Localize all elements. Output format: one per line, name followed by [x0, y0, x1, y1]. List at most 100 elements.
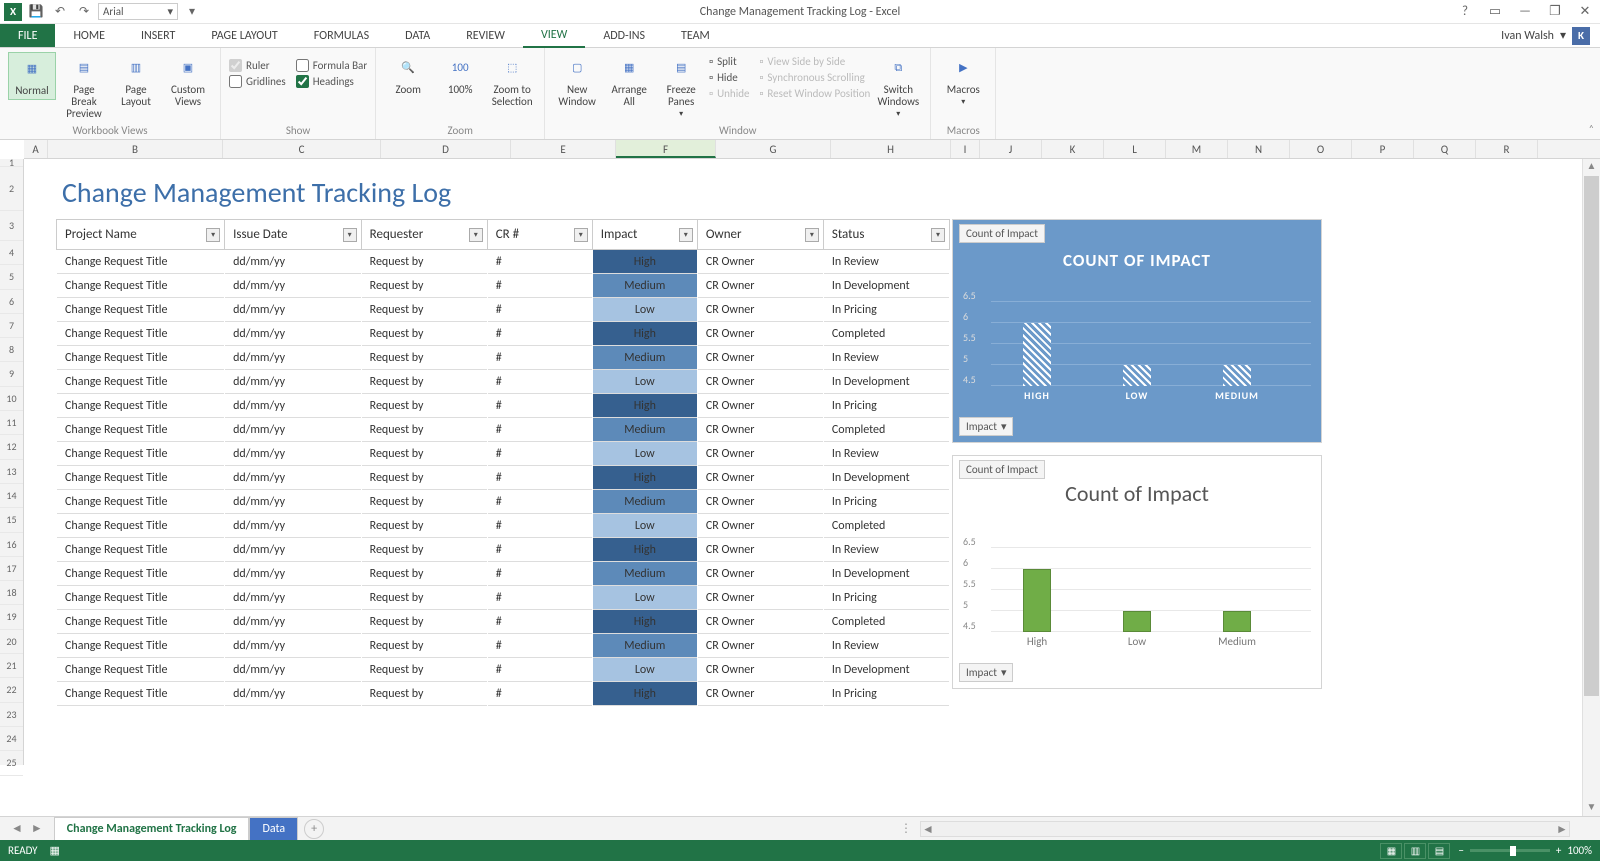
- row-header-8[interactable]: 8: [0, 338, 23, 362]
- table-cell[interactable]: dd/mm/yy: [225, 562, 362, 586]
- table-cell[interactable]: High: [592, 394, 697, 418]
- column-header-L[interactable]: L: [1104, 140, 1166, 158]
- table-cell[interactable]: #: [487, 538, 592, 562]
- table-cell[interactable]: Change Request Title: [57, 322, 225, 346]
- table-cell[interactable]: #: [487, 562, 592, 586]
- table-cell[interactable]: Change Request Title: [57, 370, 225, 394]
- table-cell[interactable]: Change Request Title: [57, 394, 225, 418]
- table-cell[interactable]: In Review: [823, 538, 949, 562]
- table-cell[interactable]: In Pricing: [823, 490, 949, 514]
- table-cell[interactable]: dd/mm/yy: [225, 442, 362, 466]
- row-header-3[interactable]: 3: [0, 211, 23, 241]
- table-cell[interactable]: In Development: [823, 274, 949, 298]
- table-cell[interactable]: CR Owner: [697, 418, 823, 442]
- table-header[interactable]: Requester▾: [361, 220, 487, 250]
- filter-dropdown-icon[interactable]: ▾: [679, 228, 693, 242]
- pivot-axis-filter[interactable]: Impact▾: [959, 417, 1013, 436]
- vertical-scrollbar[interactable]: ▲ ▼: [1582, 159, 1600, 816]
- column-header-O[interactable]: O: [1290, 140, 1352, 158]
- table-cell[interactable]: High: [592, 682, 697, 706]
- row-header-2[interactable]: 2: [0, 167, 23, 211]
- ribbon-display-button[interactable]: ▭: [1484, 2, 1506, 22]
- split-button[interactable]: ▫ Split: [709, 55, 749, 68]
- row-header-9[interactable]: 9: [0, 362, 23, 386]
- row-header-20[interactable]: 20: [0, 630, 23, 654]
- table-cell[interactable]: High: [592, 250, 697, 274]
- tab-splitter[interactable]: ⋮: [900, 821, 912, 836]
- table-cell[interactable]: CR Owner: [697, 298, 823, 322]
- new-window-button[interactable]: ▢New Window: [553, 52, 601, 110]
- normal-view-status-button[interactable]: ▦: [1380, 843, 1402, 859]
- row-header-18[interactable]: 18: [0, 581, 23, 605]
- filter-dropdown-icon[interactable]: ▾: [343, 228, 357, 242]
- table-cell[interactable]: Medium: [592, 274, 697, 298]
- row-header-23[interactable]: 23: [0, 703, 23, 727]
- table-cell[interactable]: Request by: [361, 274, 487, 298]
- table-row[interactable]: Change Request Titledd/mm/yyRequest by#M…: [57, 346, 950, 370]
- table-row[interactable]: Change Request Titledd/mm/yyRequest by#M…: [57, 418, 950, 442]
- table-cell[interactable]: Change Request Title: [57, 274, 225, 298]
- table-cell[interactable]: dd/mm/yy: [225, 634, 362, 658]
- table-cell[interactable]: Change Request Title: [57, 298, 225, 322]
- table-cell[interactable]: In Development: [823, 370, 949, 394]
- font-selector[interactable]: Arial▾: [98, 3, 178, 20]
- column-header-H[interactable]: H: [831, 140, 951, 158]
- table-cell[interactable]: Low: [592, 514, 697, 538]
- column-header-R[interactable]: R: [1476, 140, 1538, 158]
- filter-dropdown-icon[interactable]: ▾: [931, 228, 945, 242]
- table-cell[interactable]: CR Owner: [697, 490, 823, 514]
- table-cell[interactable]: In Development: [823, 562, 949, 586]
- table-cell[interactable]: dd/mm/yy: [225, 538, 362, 562]
- table-cell[interactable]: dd/mm/yy: [225, 346, 362, 370]
- table-cell[interactable]: Request by: [361, 658, 487, 682]
- column-header-A[interactable]: A: [24, 140, 48, 158]
- table-cell[interactable]: Completed: [823, 610, 949, 634]
- table-cell[interactable]: Change Request Title: [57, 346, 225, 370]
- table-cell[interactable]: Completed: [823, 514, 949, 538]
- table-cell[interactable]: Change Request Title: [57, 610, 225, 634]
- table-cell[interactable]: Request by: [361, 250, 487, 274]
- table-cell[interactable]: #: [487, 394, 592, 418]
- table-cell[interactable]: #: [487, 490, 592, 514]
- table-cell[interactable]: dd/mm/yy: [225, 394, 362, 418]
- table-cell[interactable]: CR Owner: [697, 634, 823, 658]
- table-cell[interactable]: High: [592, 322, 697, 346]
- table-cell[interactable]: dd/mm/yy: [225, 514, 362, 538]
- table-cell[interactable]: dd/mm/yy: [225, 682, 362, 706]
- table-cell[interactable]: In Pricing: [823, 586, 949, 610]
- zoom-slider[interactable]: [1470, 849, 1550, 852]
- table-cell[interactable]: Request by: [361, 682, 487, 706]
- horizontal-scrollbar[interactable]: ◄►: [920, 821, 1570, 837]
- table-row[interactable]: Change Request Titledd/mm/yyRequest by#H…: [57, 682, 950, 706]
- table-cell[interactable]: #: [487, 658, 592, 682]
- table-cell[interactable]: CR Owner: [697, 274, 823, 298]
- table-cell[interactable]: Medium: [592, 490, 697, 514]
- table-cell[interactable]: #: [487, 298, 592, 322]
- table-cell[interactable]: #: [487, 586, 592, 610]
- redo-button[interactable]: ↷: [74, 2, 94, 22]
- table-cell[interactable]: Change Request Title: [57, 634, 225, 658]
- table-row[interactable]: Change Request Titledd/mm/yyRequest by#H…: [57, 610, 950, 634]
- table-header[interactable]: CR #▾: [487, 220, 592, 250]
- qat-customize-button[interactable]: ▾: [182, 2, 202, 22]
- row-header-7[interactable]: 7: [0, 314, 23, 338]
- table-cell[interactable]: #: [487, 634, 592, 658]
- table-cell[interactable]: Request by: [361, 562, 487, 586]
- table-cell[interactable]: Medium: [592, 418, 697, 442]
- table-cell[interactable]: #: [487, 322, 592, 346]
- column-header-G[interactable]: G: [716, 140, 831, 158]
- table-row[interactable]: Change Request Titledd/mm/yyRequest by#H…: [57, 322, 950, 346]
- page-break-preview-button[interactable]: ▤Page Break Preview: [60, 52, 108, 122]
- scroll-down-button[interactable]: ▼: [1583, 800, 1600, 816]
- table-cell[interactable]: dd/mm/yy: [225, 658, 362, 682]
- table-row[interactable]: Change Request Titledd/mm/yyRequest by#L…: [57, 514, 950, 538]
- column-header-I[interactable]: I: [951, 140, 980, 158]
- table-header[interactable]: Status▾: [823, 220, 949, 250]
- table-cell[interactable]: CR Owner: [697, 682, 823, 706]
- table-cell[interactable]: Request by: [361, 442, 487, 466]
- filter-dropdown-icon[interactable]: ▾: [469, 228, 483, 242]
- table-cell[interactable]: Change Request Title: [57, 490, 225, 514]
- table-cell[interactable]: CR Owner: [697, 562, 823, 586]
- tab-file[interactable]: FILE: [0, 24, 55, 47]
- table-cell[interactable]: Request by: [361, 538, 487, 562]
